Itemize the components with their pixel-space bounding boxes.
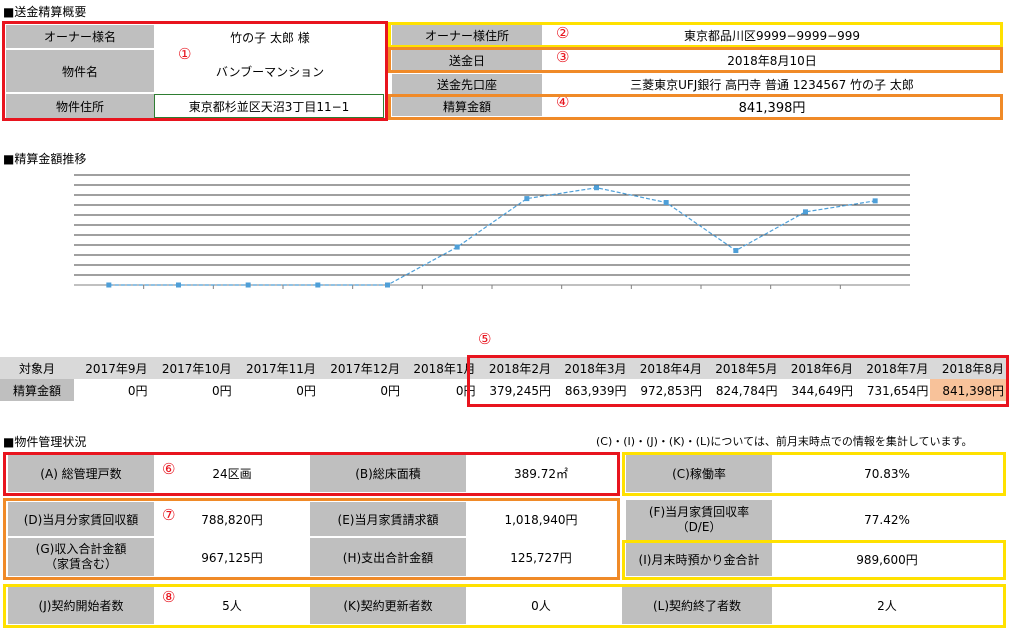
f-label-line1: (F)当月家賃回収率: [648, 505, 750, 519]
e-label: (E)当月家賃請求額: [310, 502, 466, 537]
f-label-line2: （D/E）: [676, 520, 722, 534]
property-address-value: 東京都杉並区天沼3丁目11−1: [154, 94, 384, 118]
month-cell: 2017年9月: [85, 361, 148, 376]
month-cell: 2018年3月: [564, 361, 627, 376]
remittance-section-title: ■送金精算概要: [3, 5, 87, 19]
marker-1: ①: [178, 45, 192, 63]
data-point: [245, 282, 251, 288]
monthly-settlement-table: 対象月 2017年9月 2017年10月 2017年11月 2017年12月 2…: [0, 357, 1006, 401]
monthly-header-row: 対象月 2017年9月 2017年10月 2017年11月 2017年12月 2…: [0, 357, 1006, 379]
data-point: [315, 282, 321, 288]
amount-cell: 824,784円: [715, 383, 778, 398]
i-value: 989,600円: [856, 553, 918, 567]
e-value: 1,018,940円: [504, 513, 578, 527]
amount-cell: 731,654円: [866, 383, 929, 398]
g-label: (G)収入合計金額 （家賃含む）: [8, 538, 154, 576]
amount-cell: 0円: [212, 383, 232, 398]
amount-cell-current: 841,398円: [930, 379, 1006, 401]
owner-address-label: オーナー様住所: [392, 25, 542, 45]
amount-cell: 379,245円: [489, 383, 552, 398]
management-section-title: ■物件管理状況: [3, 435, 87, 449]
c-value: 70.83%: [864, 466, 910, 481]
marker-7: ⑦: [162, 506, 176, 524]
amount-cell: 0円: [296, 383, 316, 398]
amount-cell: 0円: [380, 383, 401, 398]
c-label: (C)稼働率: [626, 455, 772, 492]
month-cell: 2018年2月: [488, 361, 552, 376]
owner-address-value: 東京都品川区9999−9999−999: [683, 28, 861, 43]
settlement-amount-value: 841,398円: [738, 100, 806, 116]
month-cell: 2018年7月: [866, 361, 929, 376]
data-point: [176, 282, 181, 288]
trend-section-title: ■精算金額推移: [3, 152, 87, 166]
k-label: (K)契約更新者数: [310, 587, 466, 624]
j-value: 5人: [222, 599, 242, 613]
property-name-label: 物件名: [6, 50, 154, 93]
month-cell: 2018年1月: [413, 361, 476, 376]
remit-date-label: 送金日: [392, 50, 542, 70]
month-cell: 2017年10月: [161, 361, 232, 376]
remit-account-value: 三菱東京UFJ銀行 高円寺 普通 1234567 竹の子 太郎: [630, 77, 914, 92]
marker-3: ③: [556, 48, 570, 66]
data-point: [803, 209, 808, 215]
b-value: 389.72㎡: [514, 467, 568, 481]
data-point: [594, 185, 599, 191]
l-label: (L)契約終了者数: [622, 587, 772, 624]
amount-cell: 863,939円: [564, 383, 627, 398]
i-label: (I)月末時預かり金合計: [626, 543, 772, 576]
marker-6: ⑥: [162, 460, 176, 478]
b-label: (B)総床面積: [310, 455, 466, 492]
h-label: (H)支出合計金額: [310, 538, 466, 576]
data-point: [454, 244, 460, 250]
g-label-line1: (G)収入合計金額: [35, 542, 127, 556]
data-point: [663, 200, 669, 206]
data-point: [872, 198, 878, 204]
f-value: 77.42%: [864, 513, 910, 527]
month-cell: 2017年12月: [330, 361, 401, 376]
settlement-amount-label: 精算金額: [392, 96, 542, 116]
month-cell: 2018年6月: [790, 361, 853, 376]
marker-5: ⑤: [478, 330, 492, 348]
target-month-label: 対象月: [18, 361, 55, 376]
remit-date-value: 2018年8月10日: [727, 53, 817, 68]
d-label: (D)当月分家賃回収額: [8, 502, 154, 537]
month-cell: 2018年8月: [941, 361, 1004, 376]
monthly-amount-row: 精算金額 0円 0円 0円 0円 0円 379,245円 863,939円 97…: [0, 379, 1006, 401]
a-label: (A) 総管理戸数: [8, 455, 154, 492]
data-point: [524, 196, 530, 202]
data-point: [106, 282, 112, 288]
amount-cell: 0円: [455, 383, 476, 398]
d-value: 788,820円: [201, 513, 263, 527]
amount-cell: 972,853円: [640, 383, 702, 398]
series-line: [108, 187, 876, 286]
data-point: [385, 282, 390, 288]
month-cell: 2017年11月: [246, 361, 316, 376]
f-label: (F)当月家賃回収率 （D/E）: [626, 500, 772, 540]
g-value: 967,125円: [201, 550, 263, 565]
owner-name-label: オーナー様名: [6, 25, 154, 49]
k-value: 0人: [531, 599, 551, 613]
amount-cell: 344,649円: [791, 383, 853, 398]
l-value: 2人: [877, 599, 897, 613]
a-value: 24区画: [212, 467, 252, 481]
settlement-row-label: 精算金額: [0, 379, 74, 401]
marker-4: ④: [556, 93, 570, 111]
month-cell: 2018年5月: [715, 361, 778, 376]
management-note: (C)・(I)・(J)・(K)・(L)については、前月末時点での情報を集計してい…: [596, 435, 973, 448]
j-label: (J)契約開始者数: [8, 587, 154, 624]
settlement-line-chart: [74, 174, 910, 289]
amount-cell: 0円: [127, 383, 148, 398]
data-point: [733, 248, 739, 254]
month-cell: 2018年4月: [639, 361, 702, 376]
marker-2: ②: [556, 24, 570, 42]
remit-account-label: 送金先口座: [392, 74, 542, 94]
property-address-label: 物件住所: [6, 94, 154, 118]
marker-8: ⑧: [162, 588, 176, 606]
g-label-line2: （家賃含む）: [44, 557, 117, 571]
h-value: 125,727円: [510, 550, 572, 565]
